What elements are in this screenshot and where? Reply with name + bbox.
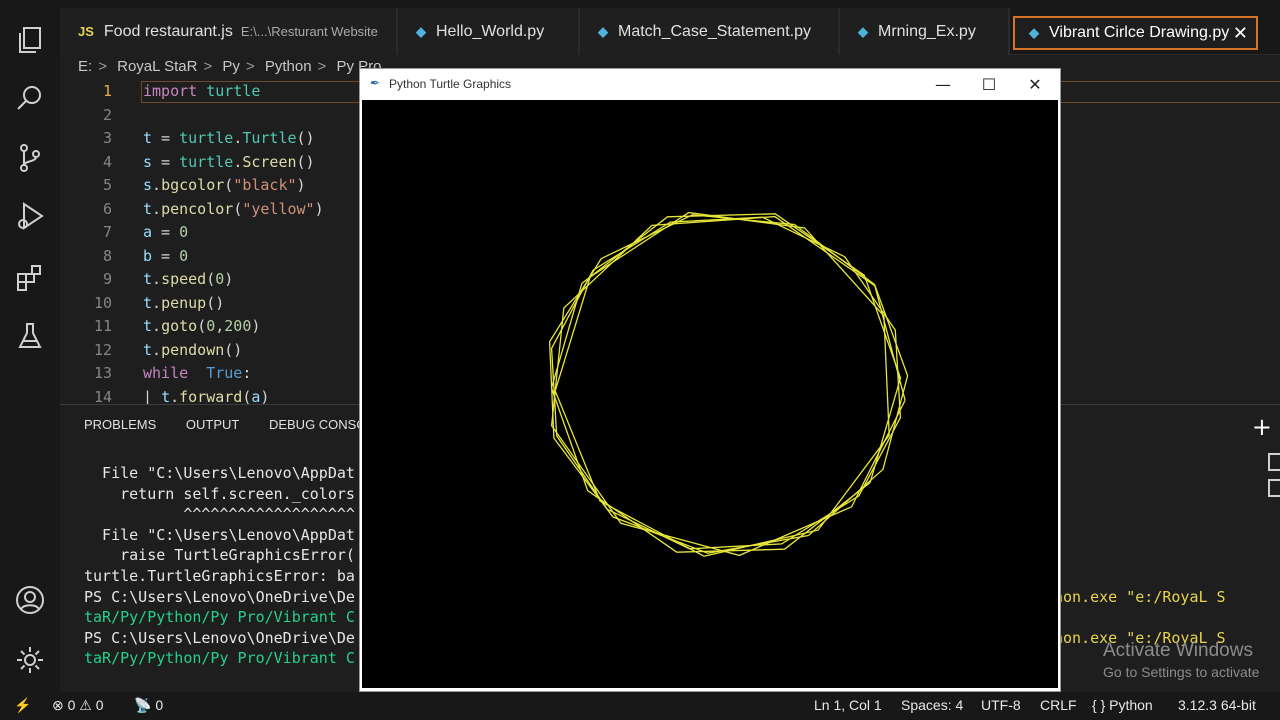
terminal-line: return self.screen._colors [84,484,355,503]
indentation[interactable]: Spaces: 4 [901,697,963,713]
breadcrumb-item[interactable]: Python [265,58,312,75]
tab-problems[interactable]: PROBLEMS [84,417,156,432]
turtle-graphics-window[interactable]: ✒ Python Turtle Graphics — ☐ ✕ [359,68,1061,692]
tab-match-case-statement-py[interactable]: ◆ Match_Case_Statement.py [580,8,840,55]
terminal-instance-icon[interactable] [1268,479,1280,497]
run-debug-icon[interactable] [10,196,50,236]
tab-label: Vibrant Cirlce Drawing.py [1049,24,1230,41]
tab-label: Match_Case_Statement.py [618,22,811,40]
terminal-line: File "C:\Users\Lenovo\AppDat [84,525,355,544]
activate-windows-hint: Go to Settings to activate [1103,664,1260,680]
tab-label: Food restaurant.js [103,22,233,40]
tab-vibrant-cirlce-drawing-py[interactable]: ◆ Vibrant Cirlce Drawing.py ✕ [1013,16,1258,50]
python-file-icon: ◆ [858,23,868,39]
feather-icon: ✒ [370,76,381,90]
javascript-file-icon: JS [78,24,94,39]
extensions-icon[interactable] [10,258,50,298]
terminal-line: PS C:\Users\Lenovo\OneDrive\De [84,628,355,647]
terminal-line: taR/Py/Python/Py Pro/Vibrant C [84,649,355,668]
encoding[interactable]: UTF-8 [981,697,1021,713]
line-number: 7 [102,223,112,241]
breadcrumb-item[interactable]: RoyaL StaR [117,58,197,75]
source-control-icon[interactable] [10,138,50,178]
search-icon[interactable] [10,78,50,118]
python-file-icon: ◆ [416,23,426,39]
settings-gear-icon[interactable] [10,640,50,680]
status-bar: ⚡ ⊗ 0 ⚠ 0 📡 0 Ln 1, Col 1 Spaces: 4 UTF-… [0,692,1280,720]
turtle-stroke [554,211,890,557]
breadcrumb-item[interactable]: Py [222,58,240,75]
python-interpreter[interactable]: 3.12.3 64-bit [1178,697,1256,713]
code-text: t.speed(0) [143,270,234,288]
ports-count[interactable]: 📡 0 [134,697,163,714]
terminal-line: raise TurtleGraphicsError( [84,546,355,565]
turtle-drawing [548,211,909,557]
code-text: s = turtle.Screen() [143,152,315,171]
terminal-line: turtle.TurtleGraphicsError: ba [84,566,355,585]
terminal-line-tail: non.exe "e:/RoyaL S [1054,588,1226,606]
breadcrumb: E: > RoyaL StaR > Py > Python > Py Pro [78,58,382,75]
line-ending[interactable]: CRLF [1040,697,1077,713]
line-number: 6 [102,199,112,218]
code-text: import turtle [143,82,261,100]
explorer-icon[interactable] [10,20,50,60]
maximize-button[interactable]: ☐ [966,71,1012,97]
line-number: 9 [102,270,112,288]
turtle-canvas [362,100,1058,688]
code-text: t.pendown() [143,340,243,359]
tab-label: Hello_World.py [436,22,545,40]
line-number: 1 [102,82,112,100]
terminal-output[interactable]: File "C:\Users\Lenovo\AppDat return self… [84,463,384,669]
line-number: 5 [102,176,112,194]
code-text: t.pencolor("yellow") [143,199,324,218]
code-text: t.penup() [143,293,225,312]
python-file-icon: ◆ [598,23,608,39]
new-terminal-button[interactable]: + [1252,413,1272,441]
code-text: b = 0 [143,246,189,265]
breadcrumb-item[interactable]: E: [78,58,92,75]
window-titlebar[interactable]: ✒ Python Turtle Graphics — ☐ ✕ [360,69,1060,99]
code-text: t.goto(0,200) [143,317,261,335]
terminal-line: ^^^^^^^^^^^^^^^^^^^ [84,505,355,524]
terminal-instance-icon[interactable] [1268,453,1280,471]
line-number: 12 [93,340,112,359]
close-button[interactable]: ✕ [1012,71,1058,97]
tab-bar: JS Food restaurant.js E:\...\Resturant W… [60,0,1280,55]
problems-count[interactable]: ⊗ 0 ⚠ 0 [52,697,104,714]
terminal-line: PS C:\Users\Lenovo\OneDrive\De [84,587,355,606]
window-title: Python Turtle Graphics [389,77,512,91]
python-file-icon: ◆ [1029,25,1039,40]
account-icon[interactable] [10,580,50,620]
tab-debug-console[interactable]: DEBUG CONSOL [269,417,374,432]
line-number: 3 [102,129,112,147]
tab-label: Mrning_Ex.py [878,22,976,40]
testing-icon[interactable] [10,316,50,356]
close-icon[interactable]: ✕ [1233,23,1248,44]
tab-output[interactable]: OUTPUT [186,417,239,432]
remote-icon[interactable]: ⚡ [14,697,31,714]
tab-hello-world-py[interactable]: ◆ Hello_World.py [398,8,580,55]
language-mode[interactable]: { } Python [1092,697,1153,713]
minimize-button[interactable]: — [920,71,966,97]
code-text: s.bgcolor("black") [143,176,306,194]
line-number: 13 [93,364,112,382]
activate-windows-watermark: Activate Windows [1103,640,1253,661]
code-text: while True: [143,364,252,382]
tab-path: E:\...\Resturant Website [240,24,378,39]
code-text: t = turtle.Turtle() [143,129,315,147]
code-text: a = 0 [143,223,189,241]
cursor-position[interactable]: Ln 1, Col 1 [814,697,882,713]
panel-tabs: PROBLEMS OUTPUT DEBUG CONSOL [84,417,400,432]
line-number: 2 [102,105,112,124]
tab-mrning-ex-py[interactable]: ◆ Mrning_Ex.py [840,8,1010,55]
tab-food-restaurant-js[interactable]: JS Food restaurant.js E:\...\Resturant W… [60,8,398,55]
terminal-line: File "C:\Users\Lenovo\AppDat [84,464,355,482]
line-number: 10 [93,293,112,312]
line-number: 4 [102,152,112,171]
terminal-line: taR/Py/Python/Py Pro/Vibrant C [84,608,355,627]
line-number: 11 [93,317,112,335]
line-number: 8 [102,246,112,265]
activity-bar [0,0,60,692]
